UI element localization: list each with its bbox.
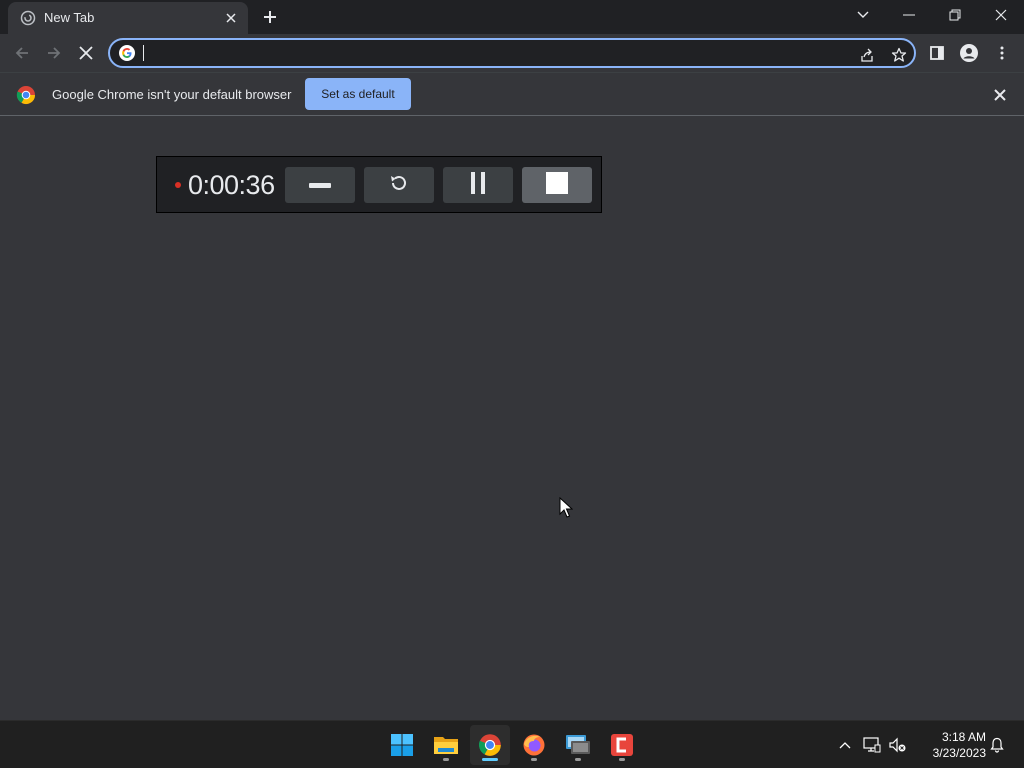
- windows-start-icon[interactable]: [382, 725, 422, 765]
- running-indicator: [531, 758, 537, 761]
- url-input[interactable]: [146, 43, 846, 63]
- network-icon[interactable]: [862, 735, 882, 755]
- windows-taskbar: 3:18 AM 3/23/2023: [0, 720, 1024, 768]
- text-caret: [143, 45, 144, 61]
- default-browser-infobar: Google Chrome isn't your default browser…: [0, 72, 1024, 116]
- active-indicator: [482, 758, 498, 761]
- back-arrow-icon[interactable]: [8, 39, 36, 67]
- close-tab-icon[interactable]: [222, 9, 240, 27]
- minimize-window-icon[interactable]: [886, 0, 932, 30]
- title-bar: New Tab: [0, 0, 1024, 34]
- set-as-default-button[interactable]: Set as default: [305, 78, 411, 110]
- tab-new-tab[interactable]: New Tab: [8, 2, 248, 34]
- minimize-recorder-button[interactable]: [285, 167, 355, 203]
- firefox-icon[interactable]: [514, 725, 554, 765]
- pause-recording-button[interactable]: [443, 167, 513, 203]
- show-hidden-icons-chevron-icon[interactable]: [835, 735, 855, 755]
- clock-date: 3/23/2023: [932, 746, 986, 760]
- more-menu-icon[interactable]: [990, 41, 1014, 65]
- chrome-icon[interactable]: [470, 725, 510, 765]
- google-g-icon: [119, 45, 135, 61]
- tab-title: New Tab: [44, 10, 95, 25]
- restart-recording-button[interactable]: [364, 167, 434, 203]
- recording-control-bar: 0:00:36: [156, 156, 602, 213]
- restart-icon: [388, 172, 410, 199]
- system-clock[interactable]: 3:18 AM 3/23/2023: [912, 729, 986, 761]
- address-bar[interactable]: [108, 38, 916, 68]
- clock-time: 3:18 AM: [941, 730, 986, 744]
- screen-recorder-icon[interactable]: [602, 725, 642, 765]
- pause-icon: [470, 171, 486, 199]
- elapsed-time: 0:00:36: [188, 170, 275, 200]
- running-indicator: [443, 758, 449, 761]
- loading-spinner-icon: [20, 10, 36, 26]
- stop-loading-icon[interactable]: [72, 39, 100, 67]
- chrome-logo-icon: [16, 85, 36, 105]
- stop-icon: [546, 171, 568, 199]
- running-indicator: [619, 758, 625, 761]
- forward-arrow-icon[interactable]: [40, 39, 68, 67]
- volume-muted-icon[interactable]: [888, 735, 908, 755]
- restore-window-icon[interactable]: [932, 0, 978, 30]
- side-panel-icon[interactable]: [925, 41, 949, 65]
- notification-bell-icon[interactable]: [987, 735, 1007, 755]
- browser-toolbar: [0, 34, 1024, 72]
- infobar-message: Google Chrome isn't your default browser: [52, 87, 292, 102]
- new-tab-button[interactable]: [258, 6, 282, 28]
- recording-indicator: [175, 182, 181, 188]
- close-infobar-icon[interactable]: [990, 85, 1010, 105]
- profile-avatar-icon[interactable]: [957, 41, 981, 65]
- bookmark-star-icon[interactable]: [890, 46, 908, 64]
- running-indicator: [575, 758, 581, 761]
- stop-recording-button[interactable]: [522, 167, 592, 203]
- share-icon[interactable]: [858, 46, 876, 64]
- minimize-icon: [309, 176, 331, 194]
- mouse-cursor-icon: [559, 496, 574, 519]
- remote-desktop-icon[interactable]: [558, 725, 598, 765]
- close-window-icon[interactable]: [978, 0, 1024, 30]
- file-explorer-icon[interactable]: [426, 725, 466, 765]
- tab-search-icon[interactable]: [840, 0, 886, 30]
